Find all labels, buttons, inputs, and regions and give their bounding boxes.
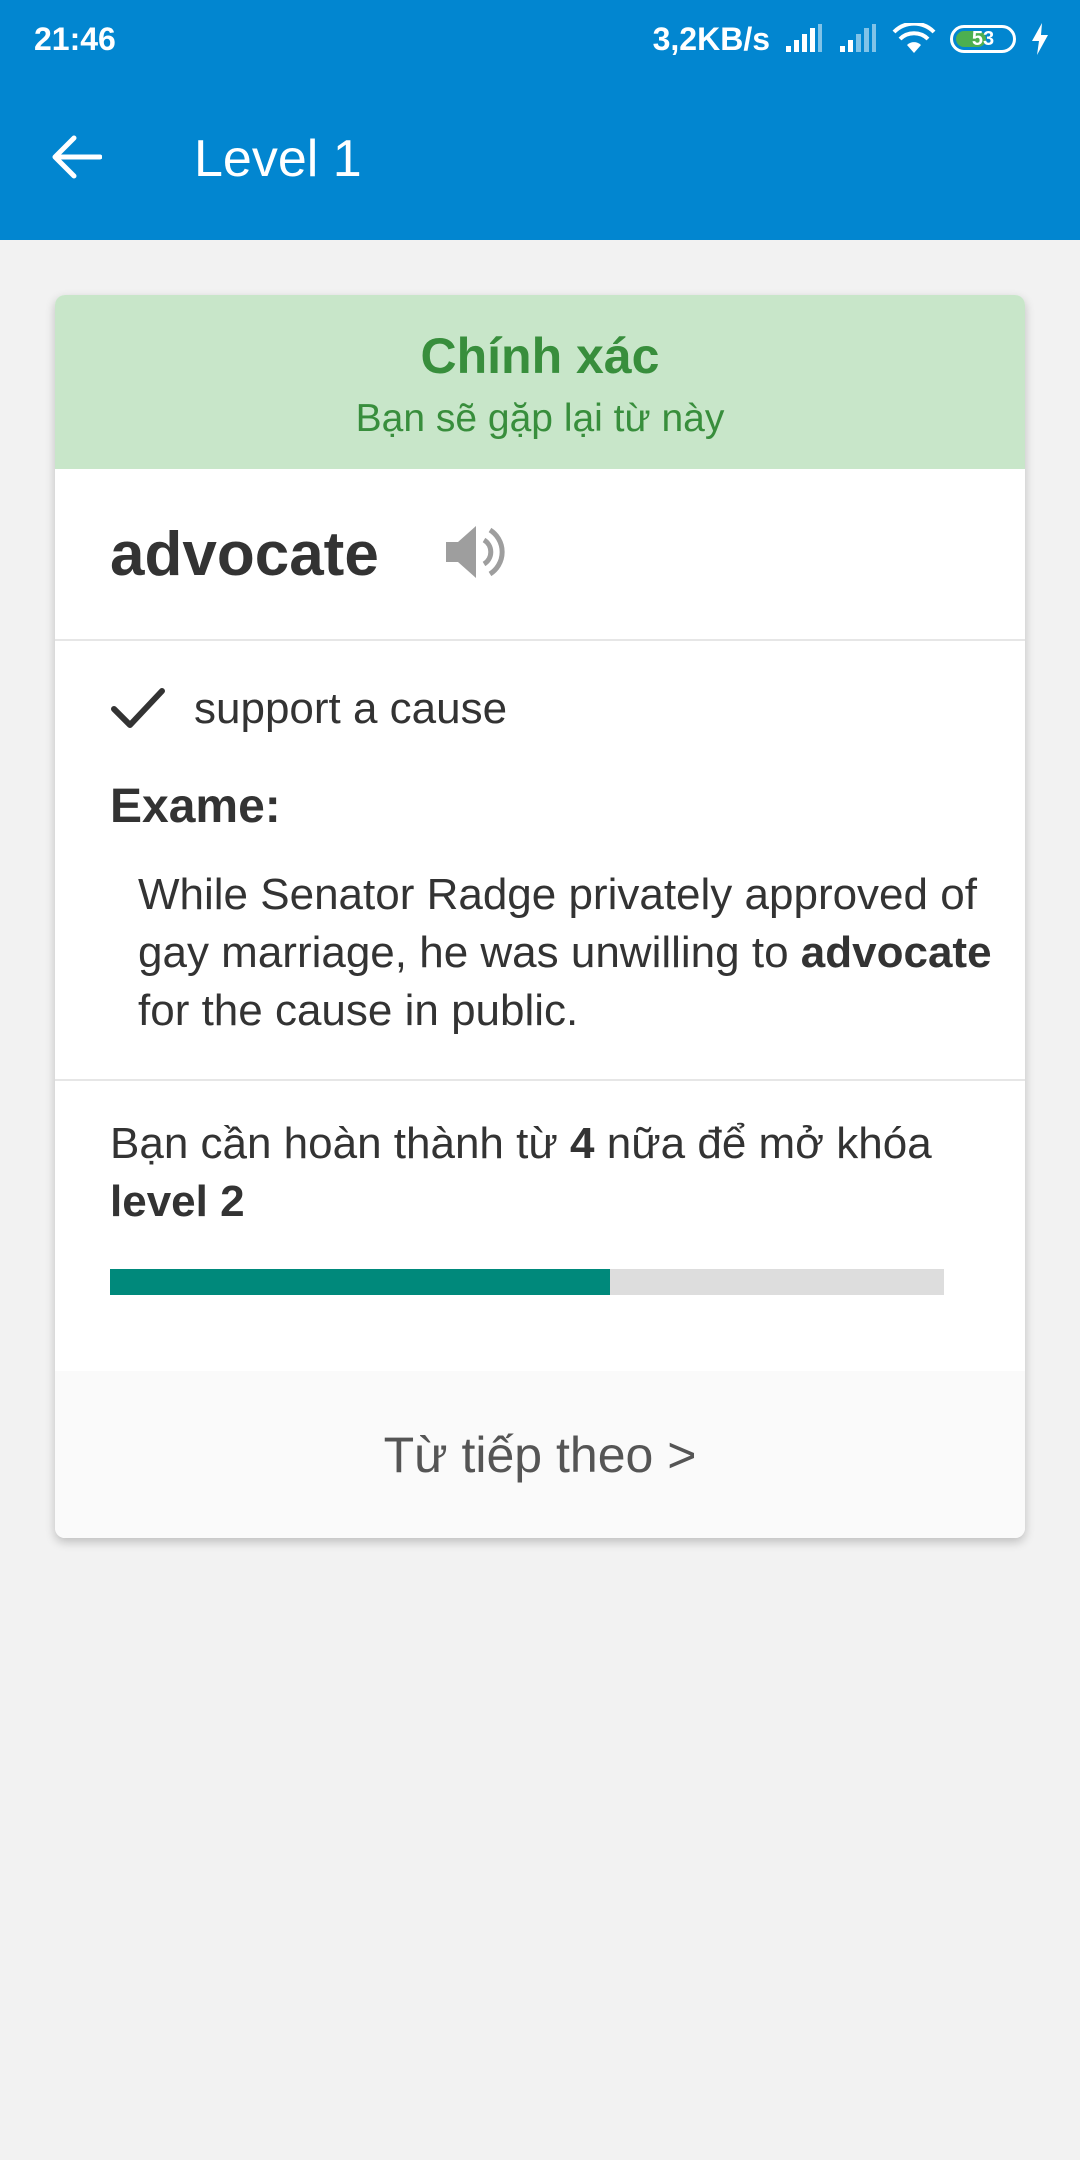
next-word-button[interactable]: Từ tiếp theo >: [55, 1371, 1025, 1538]
back-button[interactable]: [32, 115, 120, 203]
status-time: 21:46: [34, 20, 116, 57]
network-speed: 3,2KB/s: [652, 20, 770, 57]
meaning-row: support a cause: [110, 681, 1025, 737]
result-subtitle: Bạn sẽ gặp lại từ này: [355, 397, 725, 440]
next-level-label: level 2: [110, 1177, 245, 1226]
word-row: advocate: [55, 469, 1025, 641]
quiz-result-card: Chính xác Bạn sẽ gặp lại từ này advocate…: [55, 295, 1025, 1538]
battery-level: 53: [971, 27, 995, 50]
progress-bar: [110, 1269, 944, 1295]
status-icons: 3,2KB/s 53: [653, 21, 1050, 58]
meaning-section: support a cause Exame: While Senator Rad…: [55, 641, 1025, 1081]
app-bar: Level 1: [0, 78, 1080, 240]
speaker-icon: [442, 520, 508, 589]
play-audio-button[interactable]: [439, 518, 511, 590]
progress-section: Bạn cần hoàn thành từ 4 nữa để mở khóa l…: [55, 1081, 1025, 1371]
vocabulary-word: advocate: [110, 519, 379, 589]
example-highlight: advocate: [800, 928, 992, 977]
signal-icon: [838, 24, 878, 54]
remaining-count: 4: [570, 1119, 595, 1168]
progress-text-middle: nữa để mở khóa: [594, 1119, 932, 1168]
meaning-text: support a cause: [194, 684, 508, 733]
page-title: Level 1: [194, 130, 362, 188]
check-icon: [110, 681, 174, 737]
example-sentence: While Senator Radge privately approved o…: [138, 866, 1025, 1040]
battery-icon: 53: [950, 25, 1016, 53]
example-text-after: for the cause in public.: [138, 986, 579, 1035]
signal-icon: [784, 24, 824, 54]
wifi-icon: [892, 23, 936, 55]
progress-text-before: Bạn cần hoàn thành từ: [110, 1119, 571, 1168]
example-label: Exame:: [110, 780, 281, 833]
progress-text: Bạn cần hoàn thành từ 4 nữa để mở khóa l…: [110, 1115, 970, 1231]
progress-bar-fill: [110, 1269, 611, 1295]
result-title: Chính xác: [420, 328, 660, 384]
arrow-left-icon: [50, 135, 103, 184]
result-banner: Chính xác Bạn sẽ gặp lại từ này: [55, 295, 1025, 469]
status-bar: 21:46 3,2KB/s 53: [0, 0, 1080, 78]
charging-icon: [1030, 23, 1050, 55]
